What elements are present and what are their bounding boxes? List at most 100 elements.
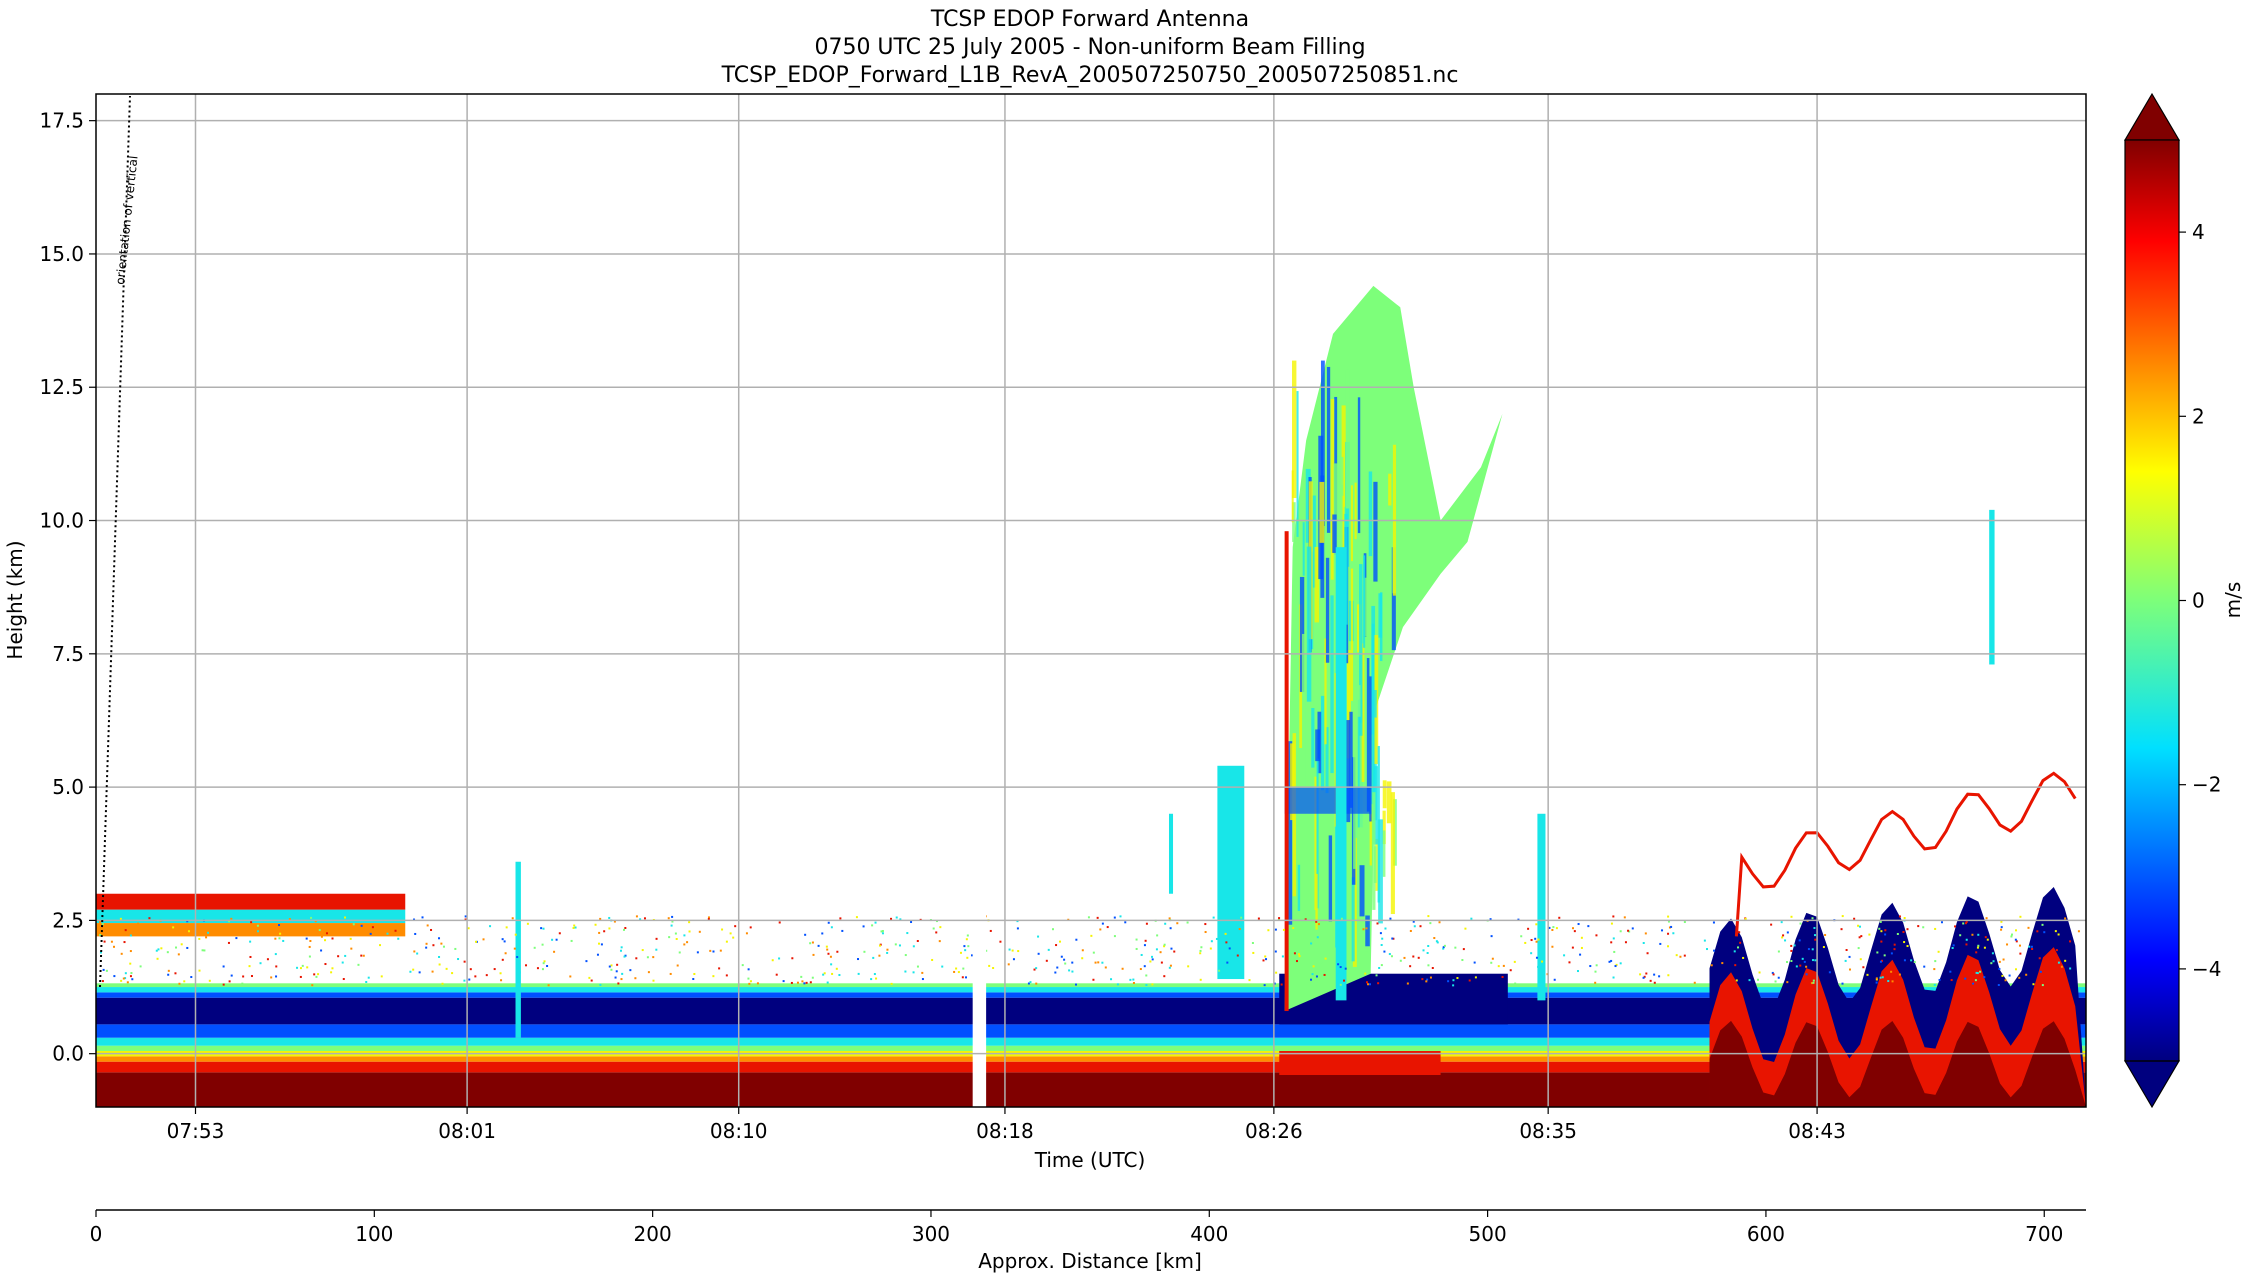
velocity-band — [1814, 938, 1817, 941]
velocity-band — [248, 965, 251, 968]
velocity-band — [1293, 952, 1296, 955]
velocity-band — [904, 954, 907, 957]
velocity-band — [2060, 965, 2063, 968]
velocity-band — [1933, 983, 1936, 986]
velocity-band — [1409, 965, 1412, 968]
velocity-band — [1848, 968, 1851, 971]
velocity-band — [440, 942, 443, 945]
velocity-band — [725, 940, 728, 943]
velocity-band — [652, 979, 655, 982]
distance-tick-label: 400 — [1190, 1222, 1228, 1246]
velocity-band — [1739, 941, 1742, 944]
velocity-band — [1964, 922, 1967, 925]
velocity-band — [1292, 927, 1295, 930]
velocity-band — [747, 977, 750, 980]
velocity-band — [718, 967, 721, 970]
velocity-band — [129, 975, 132, 978]
velocity-band — [825, 945, 828, 948]
velocity-band — [938, 940, 941, 943]
velocity-band — [668, 936, 671, 939]
velocity-band — [635, 915, 638, 918]
velocity-band — [652, 956, 655, 959]
velocity-band — [1667, 932, 1670, 935]
velocity-band — [438, 937, 441, 940]
velocity-band — [413, 950, 416, 953]
velocity-band — [615, 970, 618, 973]
velocity-band — [1782, 934, 1785, 937]
velocity-band — [187, 930, 190, 933]
velocity-band — [906, 932, 909, 935]
velocity-band — [1068, 969, 1071, 972]
velocity-band — [467, 927, 470, 930]
velocity-band — [1302, 522, 1305, 576]
velocity-band — [139, 965, 142, 968]
velocity-band — [1805, 965, 1808, 968]
velocity-band — [749, 926, 752, 929]
velocity-band — [1470, 917, 1473, 920]
velocity-band — [1780, 921, 1783, 924]
velocity-band — [1110, 978, 1113, 981]
velocity-band — [1236, 954, 1239, 957]
velocity-band — [782, 980, 785, 983]
velocity-band — [1985, 917, 1988, 920]
velocity-band — [526, 922, 529, 925]
velocity-band — [1433, 937, 1436, 940]
velocity-band — [1845, 949, 1848, 952]
velocity-band — [955, 967, 958, 970]
velocity-band — [126, 981, 129, 984]
velocity-band — [1551, 945, 1554, 948]
velocity-band — [489, 925, 492, 928]
velocity-band — [555, 938, 558, 941]
data-gap — [972, 94, 987, 1107]
velocity-band — [1555, 927, 1558, 930]
velocity-band — [1950, 979, 1953, 982]
velocity-band — [712, 950, 715, 953]
velocity-band — [635, 957, 638, 960]
velocity-band — [1553, 978, 1556, 981]
velocity-band — [113, 975, 116, 978]
velocity-band — [235, 937, 238, 940]
velocity-band — [431, 970, 434, 973]
velocity-band — [265, 916, 268, 919]
x-tick-label: 08:35 — [1519, 1119, 1577, 1143]
velocity-band — [367, 976, 370, 979]
velocity-band — [622, 928, 625, 931]
velocity-band — [124, 972, 127, 975]
velocity-band — [1364, 972, 1367, 975]
velocity-band — [1587, 925, 1590, 928]
velocity-band — [122, 977, 125, 980]
velocity-band — [1274, 928, 1277, 931]
velocity-band — [1151, 955, 1154, 958]
velocity-band — [278, 937, 281, 940]
velocity-band — [574, 926, 577, 929]
velocity-band — [350, 947, 353, 950]
velocity-band — [1264, 955, 1267, 958]
velocity-band — [227, 941, 230, 944]
velocity-band — [180, 943, 183, 946]
colorbar-extend-bottom — [2123, 1060, 2181, 1109]
velocity-band — [741, 964, 744, 967]
velocity-band — [1106, 926, 1109, 929]
velocity-band — [608, 965, 611, 968]
velocity-band — [811, 941, 814, 944]
velocity-band — [299, 967, 302, 970]
velocity-band — [598, 942, 601, 945]
velocity-band — [1096, 916, 1099, 919]
velocity-band — [719, 949, 722, 952]
velocity-band — [1163, 943, 1166, 946]
velocity-band — [1101, 922, 1104, 925]
velocity-band — [1099, 928, 1102, 931]
velocity-band — [1215, 937, 1218, 940]
velocity-band — [166, 951, 169, 954]
velocity-band — [2019, 952, 2022, 955]
velocity-band — [600, 943, 603, 946]
velocity-band — [175, 946, 178, 949]
velocity-band — [1297, 864, 1301, 911]
velocity-band — [616, 963, 619, 966]
velocity-band — [230, 917, 233, 920]
velocity-band — [183, 980, 186, 983]
velocity-band — [256, 924, 259, 927]
velocity-band — [1962, 922, 1965, 925]
velocity-band — [1614, 965, 1617, 968]
velocity-band — [542, 927, 545, 930]
